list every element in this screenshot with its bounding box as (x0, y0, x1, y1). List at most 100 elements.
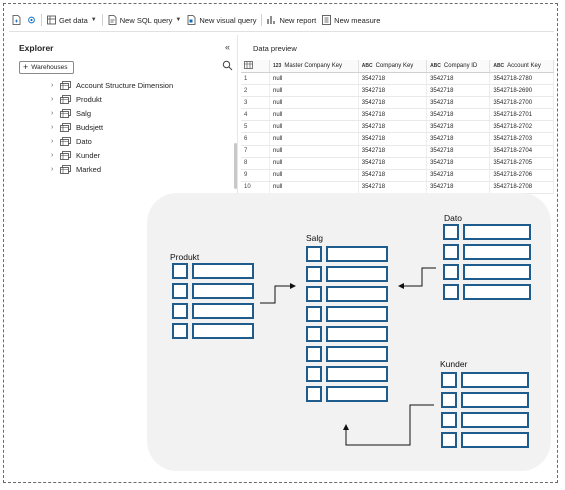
table-row[interactable]: 5 null 3542718 3542718 3542718-2702 (241, 120, 554, 134)
column-header-label: Company Key (375, 63, 414, 69)
chevron-right-icon[interactable]: › (51, 110, 60, 117)
chevron-right-icon[interactable]: › (51, 152, 60, 159)
warehouse-app: Get data ▼ New SQL query ▼ New visual qu… (9, 9, 554, 194)
arrow-kunder-to-salg (343, 404, 434, 446)
new-measure-button[interactable]: New measure (319, 9, 383, 31)
tree-item-label: Dato (76, 137, 92, 146)
plus-icon: + (23, 62, 29, 72)
tree-item[interactable]: › Marked (51, 162, 173, 176)
table-icon (60, 81, 71, 91)
table-tree: › Account Structure Dimension › Produkt › Sal… (51, 79, 173, 176)
tree-item-label: Salg (76, 109, 92, 119)
table-cell: null (269, 157, 359, 170)
table-row[interactable]: 2 null 3542718 3542718 3542718-2690 (241, 84, 554, 98)
tree-item[interactable]: › Budsjett (51, 121, 173, 135)
table-cell: null (269, 169, 359, 182)
warehouses-button[interactable]: + Warehouses (19, 61, 74, 74)
explorer-pane: Explorer « + Warehouses › Account Structu… (9, 35, 238, 193)
chevron-right-icon[interactable]: › (51, 124, 60, 131)
scrollbar[interactable] (234, 143, 237, 189)
new-visual-query-label: New visual query (199, 15, 257, 25)
table-row[interactable]: 3 null 3542718 3542718 3542718-2700 (241, 96, 554, 110)
row-number: 3 (241, 96, 270, 110)
get-data-button[interactable]: Get data ▼ (44, 9, 100, 31)
toolbar-divider (41, 14, 42, 26)
tree-item[interactable]: › Kunder (51, 148, 173, 162)
table-row[interactable]: 6 null 3542718 3542718 3542718-2703 (241, 132, 554, 146)
column-header[interactable]: 123 Master Company Key (269, 60, 359, 73)
tree-item[interactable]: › Dato (51, 135, 173, 149)
warehouses-label: Warehouses (31, 64, 68, 71)
toolbar-divider (101, 14, 103, 26)
data-preview-pane: Data preview 123 Master Company Key ABC Com… (241, 35, 554, 194)
table-cell: 3542718 (358, 181, 428, 194)
new-sql-query-button[interactable]: New SQL query ▼ (105, 9, 185, 31)
table-icon (60, 150, 71, 160)
report-icon (267, 16, 276, 24)
tree-item-label: Produkt (76, 95, 102, 105)
table-cell: 3542718 (358, 96, 428, 110)
table-cell: 3542718-2780 (489, 72, 554, 86)
table-cell: null (269, 108, 359, 122)
table-row[interactable]: 4 null 3542718 3542718 3542718-2701 (241, 108, 554, 122)
table-icon (60, 95, 71, 105)
arrow-dato-to-salg (398, 267, 436, 289)
row-number: 8 (241, 157, 270, 170)
grid-select-icon[interactable] (241, 60, 270, 73)
chevron-right-icon[interactable]: › (51, 82, 60, 89)
column-header[interactable]: ABC Company Key (358, 60, 428, 73)
table-cell: 3542718-2700 (489, 96, 554, 110)
column-header-label: Account Key (507, 63, 541, 69)
chevron-right-icon[interactable]: › (51, 96, 60, 103)
settings-icon (28, 16, 35, 24)
relationship-arrows (260, 267, 436, 446)
table-cell: 3542718-2704 (489, 145, 554, 158)
column-header[interactable]: ABC Company ID (426, 60, 491, 73)
table-cell: 3542718-2690 (489, 84, 554, 98)
tree-item[interactable]: › Produkt (51, 93, 173, 107)
column-header-label: Master Company Key (284, 63, 343, 69)
collapse-icon[interactable]: « (225, 42, 230, 52)
row-number: 7 (241, 145, 270, 158)
chevron-right-icon[interactable]: › (51, 166, 60, 173)
chevron-right-icon[interactable]: › (51, 138, 60, 145)
sql-icon (108, 15, 117, 25)
table-cell: 3542718 (426, 169, 491, 182)
row-number: 5 (241, 120, 270, 134)
table-cell: 3542718 (426, 84, 491, 98)
row-number: 4 (241, 108, 270, 122)
new-report-button[interactable]: New report (264, 9, 319, 31)
table-row[interactable]: 10 null 3542718 3542718 3542718-2708 (241, 181, 554, 194)
table-cell: null (269, 84, 359, 98)
table-cell: 3542718 (426, 120, 491, 134)
toolbar: Get data ▼ New SQL query ▼ New visual qu… (9, 9, 554, 32)
table-icon (60, 123, 71, 133)
table-cell: 3542718-2708 (489, 181, 554, 194)
new-visual-query-button[interactable]: New visual query (184, 9, 259, 31)
table-cell: 3542718 (358, 145, 428, 158)
table-cell: null (269, 145, 359, 158)
table-row[interactable]: 9 null 3542718 3542718 3542718-2706 (241, 169, 554, 182)
table-cell: null (269, 181, 359, 194)
data-preview-table: 123 Master Company Key ABC Company Key ABC Co… (241, 60, 554, 194)
row-number: 6 (241, 132, 270, 146)
table-cell: 3542718 (426, 157, 491, 170)
table-cell: 3542718-2706 (489, 169, 554, 182)
table-row[interactable]: 1 null 3542718 3542718 3542718-2780 (241, 72, 554, 86)
search-icon[interactable] (222, 60, 233, 71)
table-header-row: 123 Master Company Key ABC Company Key ABC Co… (241, 60, 554, 73)
explorer-title: Explorer (19, 43, 54, 53)
table-row[interactable]: 8 null 3542718 3542718 3542718-2705 (241, 157, 554, 170)
get-data-icon (47, 15, 56, 25)
new-item-button[interactable] (9, 9, 24, 31)
column-type-icon: ABC (430, 63, 441, 69)
settings-button[interactable] (24, 9, 39, 31)
tree-item-label: Marked (76, 164, 102, 174)
tree-item[interactable]: › Salg (51, 107, 173, 121)
column-header[interactable]: ABC Account Key (489, 60, 554, 73)
get-data-label: Get data (59, 15, 88, 25)
table-cell: 3542718 (426, 132, 491, 146)
table-cell: 3542718 (426, 96, 491, 110)
tree-item[interactable]: › Account Structure Dimension (51, 79, 173, 93)
table-row[interactable]: 7 null 3542718 3542718 3542718-2704 (241, 145, 554, 158)
